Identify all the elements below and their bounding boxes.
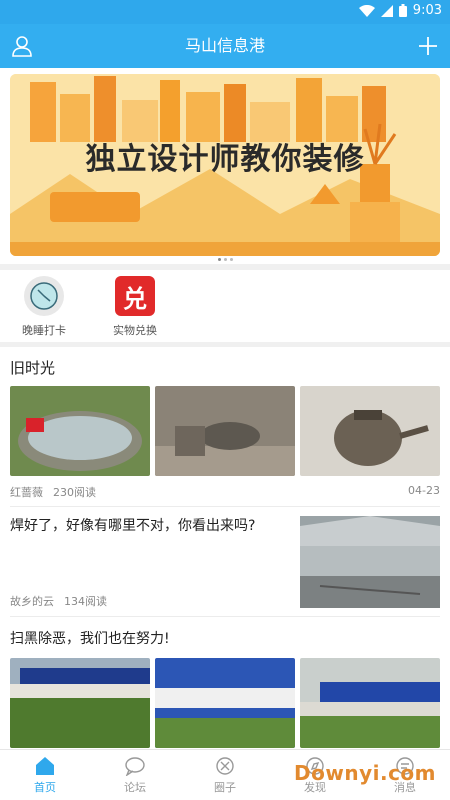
banner-pager [215, 258, 235, 262]
post-image[interactable] [10, 658, 150, 748]
tab-label: 首页 [34, 781, 56, 794]
exchange-icon: 兑 [115, 276, 155, 316]
post-title[interactable]: 旧时光 [10, 357, 55, 378]
divider [10, 506, 440, 507]
post-image[interactable] [155, 658, 295, 748]
status-bar: 9:03 [0, 0, 450, 24]
plus-icon[interactable] [416, 34, 440, 58]
divider [0, 342, 450, 347]
home-icon [36, 757, 54, 775]
tab-circle[interactable]: 圈子 [180, 750, 270, 800]
status-icons: 9:03 [358, 3, 442, 18]
post-date: 04-23 [408, 484, 440, 497]
quick-action-label: 实物兑换 [113, 324, 157, 337]
divider [0, 264, 450, 270]
wifi-icon [358, 4, 375, 17]
post-image[interactable] [300, 516, 440, 608]
post-read-count: 134阅读 [64, 595, 107, 608]
post-image-gallery[interactable] [10, 658, 440, 748]
circle-icon [216, 757, 234, 775]
quick-action-sleep-checkin[interactable]: 晚睡打卡 [9, 276, 79, 338]
post-image[interactable] [300, 386, 440, 476]
tab-forum[interactable]: 论坛 [90, 750, 180, 800]
post-image[interactable] [300, 658, 440, 748]
post-title[interactable]: 焊好了，好像有哪里不对，你看出来吗? [10, 516, 290, 536]
quick-action-label: 晚睡打卡 [22, 324, 66, 337]
post-author: 红蔷薇 [10, 486, 43, 499]
post-image[interactable] [155, 386, 295, 476]
post-image-gallery[interactable] [10, 386, 440, 476]
chat-icon [125, 757, 145, 776]
tab-home[interactable]: 首页 [0, 750, 90, 800]
signal-icon [380, 4, 393, 17]
post-title[interactable]: 扫黑除恶，我们也在努力! [10, 628, 170, 648]
battery-icon [398, 4, 407, 17]
status-time: 9:03 [412, 3, 442, 18]
divider [10, 616, 440, 617]
page-title: 马山信息港 [184, 36, 265, 55]
tab-label: 论坛 [124, 781, 146, 794]
quick-action-exchange[interactable]: 兑 实物兑换 [100, 276, 170, 338]
watermark-text: Downyi.com [294, 761, 436, 785]
clock-icon [24, 276, 64, 316]
banner-headline: 独立设计师教你装修 [85, 142, 365, 177]
post-author: 故乡的云 [10, 595, 54, 608]
post-image[interactable] [10, 386, 150, 476]
promo-banner[interactable]: 独立设计师教你装修 [10, 74, 440, 256]
tab-label: 圈子 [214, 781, 236, 794]
post-read-count: 230阅读 [53, 486, 96, 499]
app-bar: 马山信息港 [0, 24, 450, 68]
